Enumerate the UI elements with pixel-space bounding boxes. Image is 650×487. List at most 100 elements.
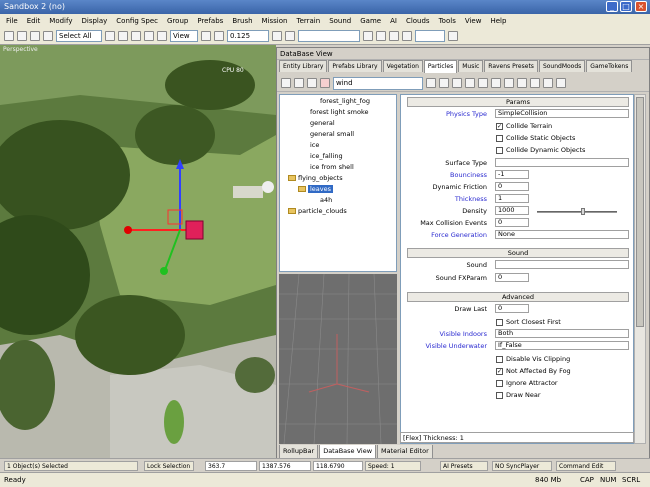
menu-group[interactable]: Group (167, 17, 188, 25)
command-edit-input[interactable]: Command Edit (556, 461, 616, 471)
properties-scrollbar[interactable] (634, 94, 646, 444)
viewport[interactable]: Perspective CPU 80 (0, 45, 276, 458)
view-dropdown[interactable]: View (170, 29, 198, 42)
tab-gametokens[interactable]: GameTokens (586, 60, 633, 72)
menu-clouds[interactable]: Clouds (406, 17, 430, 25)
tree-item[interactable]: forest light smoke (310, 108, 369, 116)
redo-icon[interactable] (17, 30, 27, 41)
draw-last-value[interactable]: 0 (495, 304, 529, 313)
expand-icon[interactable] (543, 78, 553, 88)
ignore-attractor-checkbox[interactable]: Ignore Attractor (496, 379, 558, 387)
tab-soundmoods[interactable]: SoundMoods (538, 60, 586, 72)
sync-player-button[interactable]: NO SyncPlayer (492, 461, 552, 471)
move-icon[interactable] (118, 30, 128, 41)
tab-music[interactable]: Music (458, 60, 484, 72)
unlink-icon[interactable] (43, 30, 53, 41)
tree-item[interactable]: ice (310, 141, 319, 149)
menu-tools[interactable]: Tools (439, 17, 456, 25)
not-affected-fog-checkbox[interactable]: ✓ Not Affected By Fog (496, 367, 571, 375)
menu-help[interactable]: Help (490, 17, 506, 25)
menu-ai[interactable]: AI (390, 17, 397, 25)
tab-vegetation[interactable]: Vegetation (382, 60, 423, 72)
snap-angle-icon[interactable] (214, 30, 224, 41)
camera-icon[interactable] (285, 30, 295, 41)
tree-item[interactable]: general (310, 119, 335, 127)
visible-indoors-value[interactable]: Both (495, 329, 629, 338)
reset-icon[interactable] (530, 78, 540, 88)
tree-item[interactable]: flying_objects (288, 174, 343, 182)
menu-mission[interactable]: Mission (262, 17, 288, 25)
particle-tree[interactable]: forest_light_fogforest light smoke genera… (279, 94, 397, 272)
visible-underwater-value[interactable]: If_False (495, 341, 629, 350)
x-coordinate[interactable]: 363.7 (205, 461, 257, 471)
menu-sound[interactable]: Sound (329, 17, 351, 25)
menu-config-spec[interactable]: Config Spec (116, 17, 158, 25)
sound-param-value[interactable]: 0 (495, 273, 529, 282)
speed-control[interactable]: Speed: 1 (365, 461, 421, 471)
link-icon[interactable] (30, 30, 40, 41)
tree-item[interactable]: a4h (320, 196, 332, 204)
get-icon[interactable] (491, 78, 501, 88)
misc-dropdown[interactable] (415, 29, 445, 42)
sound-section-header[interactable]: Sound (407, 248, 629, 258)
surface-type-value[interactable] (495, 158, 629, 167)
add-item-icon[interactable] (439, 78, 449, 88)
snap-grid-icon[interactable] (201, 30, 211, 41)
bottom-tab-database-view[interactable]: DataBase View (319, 445, 377, 459)
terrain-icon[interactable] (272, 30, 282, 41)
help-icon[interactable] (448, 30, 458, 41)
rotate-icon[interactable] (131, 30, 141, 41)
lock-selection-button[interactable]: Lock Selection (144, 461, 194, 471)
open-icon[interactable] (281, 78, 291, 88)
tree-item[interactable]: ice_falling (310, 152, 343, 160)
record-icon[interactable] (402, 30, 412, 41)
menu-edit[interactable]: Edit (27, 17, 41, 25)
menu-modify[interactable]: Modify (49, 17, 72, 25)
select-mode-dropdown[interactable]: Select All (56, 29, 102, 42)
remove-item-icon[interactable] (465, 78, 475, 88)
sound-value[interactable] (495, 260, 629, 269)
menu-display[interactable]: Display (81, 17, 107, 25)
menu-prefabs[interactable]: Prefabs (197, 17, 223, 25)
bounciness-value[interactable]: -1 (495, 170, 529, 179)
dynamic-friction-value[interactable]: 0 (495, 182, 529, 191)
collapse-icon[interactable] (556, 78, 566, 88)
collide-terrain-checkbox[interactable]: ✓ Collide Terrain (496, 122, 552, 130)
bottom-tab-rollupbar[interactable]: RollupBar (279, 445, 319, 459)
tree-item[interactable]: leaves (298, 185, 334, 193)
y-coordinate[interactable]: 1387.576 (259, 461, 311, 471)
assign-icon[interactable] (478, 78, 488, 88)
bottom-tab-material-editor[interactable]: Material Editor (377, 445, 433, 459)
ai-presets-button[interactable]: AI Presets (440, 461, 488, 471)
advanced-section-header[interactable]: Advanced (407, 292, 629, 302)
force-generation-value[interactable]: None (495, 230, 629, 239)
params-section-header[interactable]: Params (407, 97, 629, 107)
draw-near-checkbox[interactable]: Draw Near (496, 391, 541, 399)
collide-static-checkbox[interactable]: Collide Static Objects (496, 134, 575, 142)
menu-terrain[interactable]: Terrain (296, 17, 320, 25)
particle-preview[interactable] (279, 274, 397, 444)
density-slider-knob[interactable] (581, 208, 585, 215)
game-icon[interactable] (389, 30, 399, 41)
scrollbar-thumb[interactable] (636, 97, 644, 327)
tree-item[interactable]: ice from shell (310, 163, 354, 171)
thickness-value[interactable]: 1 (495, 194, 529, 203)
tab-prefabs-library[interactable]: Prefabs Library (328, 60, 382, 72)
filter-input[interactable]: wind (333, 76, 423, 90)
undo-icon[interactable] (4, 30, 14, 41)
minimize-button[interactable]: _ (606, 1, 618, 12)
physics-icon[interactable] (376, 30, 386, 41)
snap-value-dropdown[interactable]: 0.125 (227, 29, 269, 42)
axis-icon[interactable] (157, 30, 167, 41)
maximize-button[interactable]: □ (620, 1, 632, 12)
tab-ravens-presets[interactable]: Ravens Presets (484, 60, 538, 72)
paste-icon[interactable] (517, 78, 527, 88)
delete-icon[interactable] (320, 78, 330, 88)
max-collision-value[interactable]: 0 (495, 218, 529, 227)
tree-item[interactable]: forest_light_fog (320, 97, 370, 105)
copy-icon[interactable] (504, 78, 514, 88)
reload-icon[interactable] (307, 78, 317, 88)
disable-clipping-checkbox[interactable]: Disable Vis Clipping (496, 355, 570, 363)
tab-particles[interactable]: Particles (423, 60, 458, 73)
density-value[interactable]: 1000 (495, 206, 529, 215)
